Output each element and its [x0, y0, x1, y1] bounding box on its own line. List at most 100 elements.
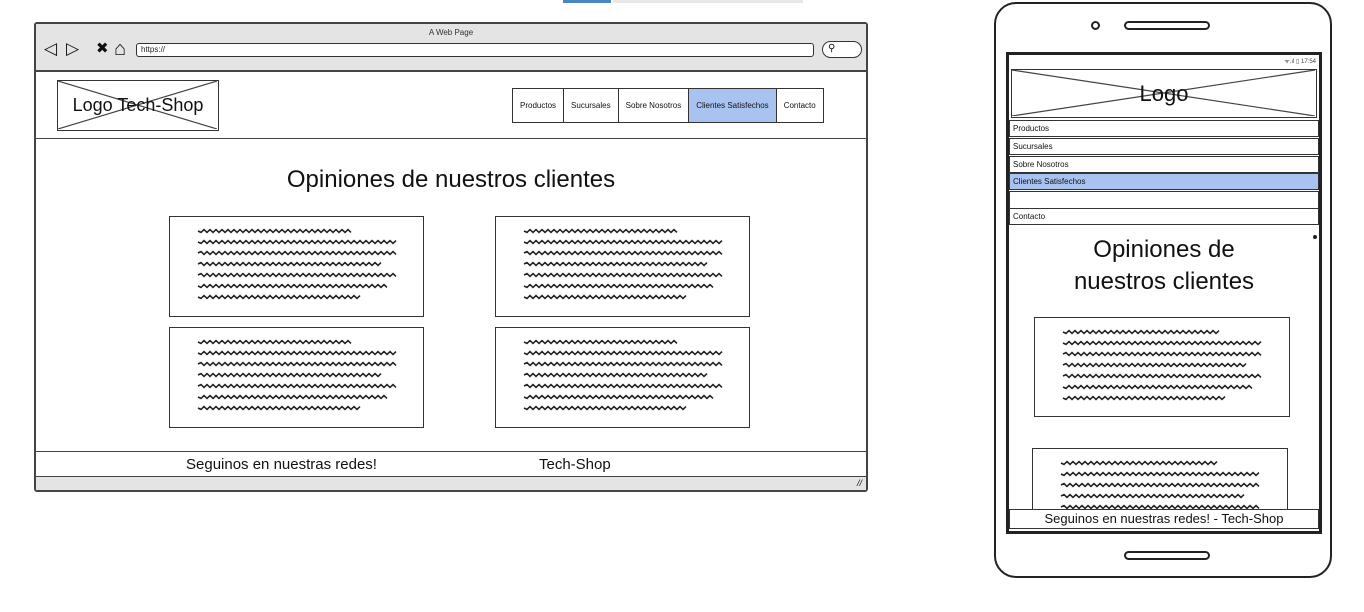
scribble-line [1062, 362, 1247, 368]
scribble-line [197, 239, 397, 245]
scribble-line [197, 372, 382, 378]
scribble-line [523, 339, 678, 345]
logo-text: Logo Tech-Shop [72, 95, 204, 115]
scribble-line [1062, 351, 1262, 357]
scribble-line [523, 239, 723, 245]
review-card [169, 327, 424, 428]
scribble-text-placeholder [197, 339, 397, 411]
back-icon[interactable]: ◁ [44, 38, 57, 60]
scribble-line [1060, 460, 1218, 466]
browser-chrome: A Web Page ◁ ▷ ✖ ⌂ https:// ⚲ [36, 24, 866, 72]
browser-status-bar: // [36, 477, 866, 490]
site-header: Logo Tech-Shop Productos Sucursales Sobr… [36, 72, 866, 139]
scribble-line [1062, 373, 1262, 379]
page-title: Opiniones de nuestros clientes [286, 166, 616, 193]
review-card [169, 216, 424, 317]
main-navbar: Productos Sucursales Sobre Nosotros Clie… [512, 88, 824, 123]
scribble-line [523, 350, 723, 356]
footer-social-text: Seguinos en nuestras redes! [186, 456, 377, 473]
scribble-text-placeholder [1060, 460, 1260, 510]
close-icon[interactable]: ✖ [96, 38, 109, 60]
site-footer: Seguinos en nuestras redes! Tech-Shop [36, 451, 866, 477]
browser-search-button[interactable]: ⚲ [822, 41, 862, 58]
scribble-line [197, 350, 397, 356]
scribble-line [523, 372, 708, 378]
scribble-line [197, 261, 382, 267]
mobile-nav-item-clientes-satisfechos[interactable]: Clientes Satisfechos [1009, 173, 1319, 190]
home-icon[interactable]: ⌂ [114, 38, 126, 60]
review-card [495, 216, 750, 317]
home-button-icon[interactable] [1124, 551, 1210, 560]
scribble-line [523, 383, 723, 389]
tab-indicator-active [563, 0, 611, 3]
mobile-nav-item-sobre-nosotros[interactable]: Sobre Nosotros [1009, 156, 1319, 173]
scribble-line [197, 294, 361, 300]
scribble-line [197, 383, 397, 389]
mobile-footer: Seguinos en nuestras redes! - Tech-Shop [1009, 509, 1319, 529]
scribble-line [197, 272, 397, 278]
scribble-line [197, 405, 361, 411]
scribble-line [523, 261, 708, 267]
url-bar[interactable]: https:// [136, 43, 814, 57]
mobile-nav-spacer [1009, 191, 1319, 209]
scribble-text-placeholder [523, 228, 723, 300]
camera-icon [1091, 21, 1100, 30]
desktop-browser-window: A Web Page ◁ ▷ ✖ ⌂ https:// ⚲ Logo Tech-… [34, 22, 868, 492]
mobile-title-line-2: nuestros clientes [1073, 268, 1255, 295]
mobile-nav-item-contacto[interactable]: Contacto [1009, 208, 1319, 225]
mobile-page-title: Opiniones de nuestros clientes [1009, 234, 1319, 298]
top-tab-indicator [563, 0, 803, 4]
scribble-line [1060, 482, 1260, 488]
search-icon: ⚲ [828, 43, 836, 54]
logo-placeholder[interactable]: Logo Tech-Shop [57, 80, 219, 131]
mobile-logo-text: Logo [1139, 80, 1189, 106]
mobile-review-card [1034, 317, 1290, 417]
mobile-screen: ᯤ.ıl ▯ 17:54 Logo Productos Sucursales S… [1006, 52, 1322, 534]
scribble-line [523, 294, 687, 300]
mobile-scroll-indicator[interactable] [1313, 235, 1317, 239]
mobile-nav-item-productos[interactable]: Productos [1009, 120, 1319, 137]
scribble-line [197, 283, 388, 289]
scribble-line [1062, 395, 1226, 401]
scribble-line [523, 250, 723, 256]
scribble-line [523, 405, 687, 411]
scribble-line [197, 361, 397, 367]
browser-window-title: A Web Page [428, 28, 474, 37]
nav-item-sucursales[interactable]: Sucursales [564, 89, 619, 122]
scribble-line [523, 283, 714, 289]
mobile-phone-frame: ᯤ.ıl ▯ 17:54 Logo Productos Sucursales S… [994, 2, 1332, 578]
scribble-line [1062, 340, 1262, 346]
footer-brand-text: Tech-Shop [539, 456, 611, 473]
scribble-line [1062, 384, 1253, 390]
scribble-line [1060, 504, 1260, 510]
review-card [495, 327, 750, 428]
resize-grip-icon[interactable]: // [857, 477, 862, 490]
scribble-line [197, 394, 388, 400]
scribble-line [197, 339, 352, 345]
tab-indicator-rest [613, 0, 803, 3]
nav-item-sobre-nosotros[interactable]: Sobre Nosotros [619, 89, 690, 122]
speaker-icon [1124, 21, 1210, 30]
scribble-line [197, 250, 397, 256]
scribble-line [523, 394, 714, 400]
scribble-text-placeholder [523, 339, 723, 411]
mobile-review-card [1032, 448, 1288, 518]
scribble-line [523, 228, 678, 234]
scribble-line [197, 228, 352, 234]
mobile-title-line-1: Opiniones de [1093, 236, 1235, 263]
forward-icon[interactable]: ▷ [66, 38, 79, 60]
scribble-line [1062, 329, 1220, 335]
mobile-logo-placeholder[interactable]: Logo [1011, 69, 1317, 118]
scribble-text-placeholder [1062, 329, 1262, 401]
scribble-line [523, 272, 723, 278]
mobile-status-bar: ᯤ.ıl ▯ 17:54 [1009, 55, 1319, 69]
nav-item-contacto[interactable]: Contacto [777, 89, 823, 122]
mobile-nav-item-sucursales[interactable]: Sucursales [1009, 138, 1319, 155]
scribble-line [523, 361, 723, 367]
scribble-text-placeholder [197, 228, 397, 300]
nav-item-productos[interactable]: Productos [513, 89, 565, 122]
scribble-line [1060, 471, 1260, 477]
browser-nav-icons: ◁ ▷ ✖ ⌂ [44, 38, 136, 60]
scribble-line [1060, 493, 1245, 499]
nav-item-clientes-satisfechos[interactable]: Clientes Satisfechos [689, 89, 777, 122]
